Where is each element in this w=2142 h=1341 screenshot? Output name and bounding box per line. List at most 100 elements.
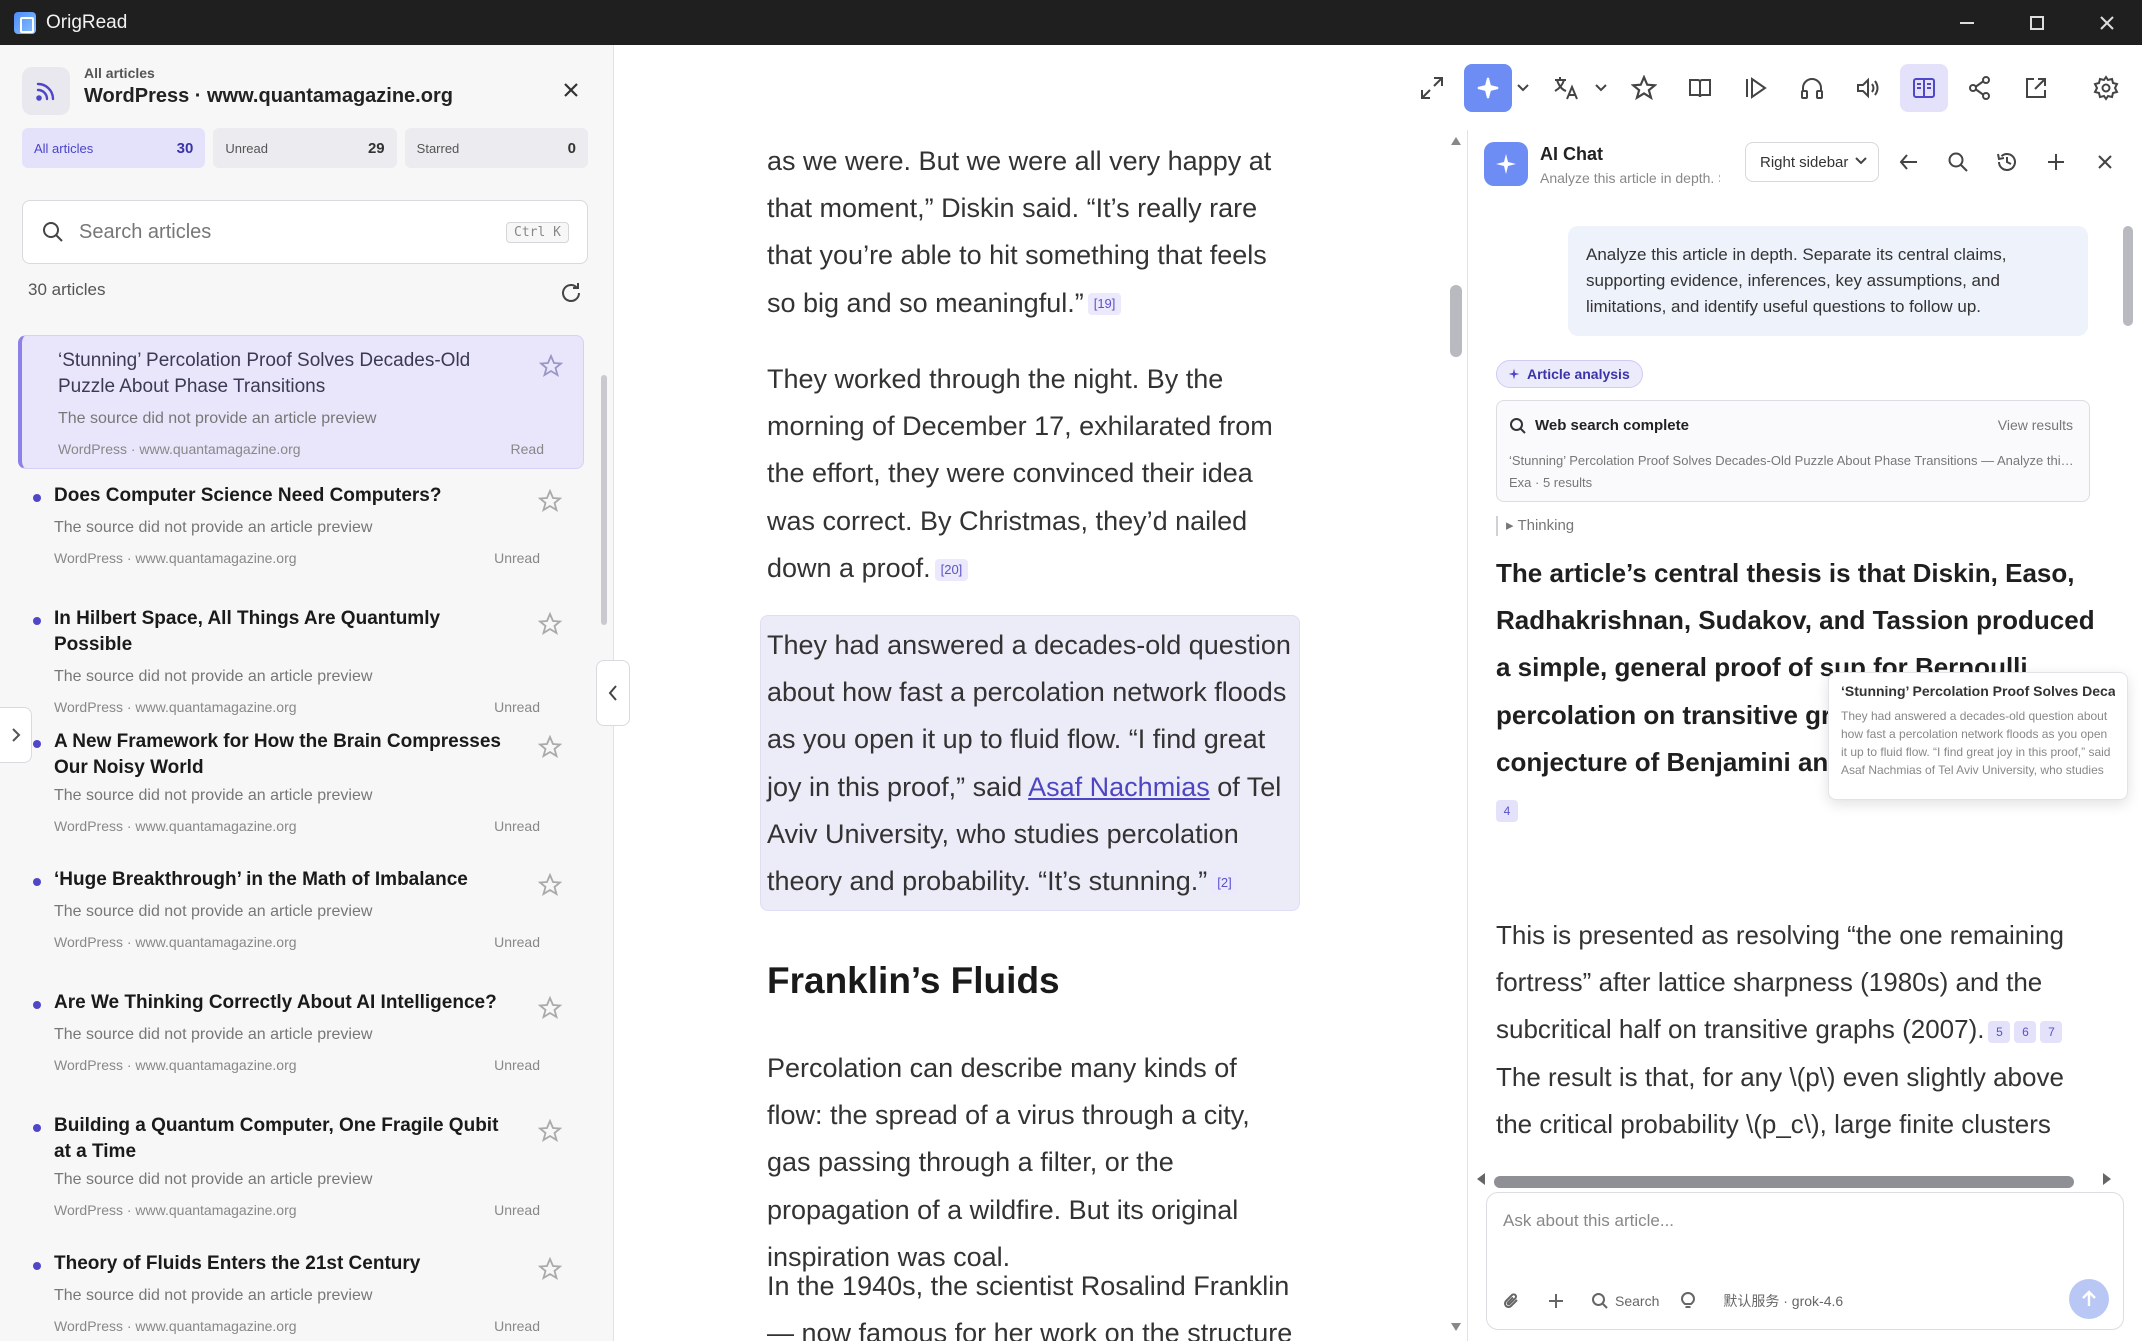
unread-dot bbox=[33, 878, 41, 886]
list-item[interactable]: Are We Thinking Correctly About AI Intel… bbox=[18, 978, 584, 1101]
list-item[interactable]: ‘Stunning’ Percolation Proof Solves Deca… bbox=[18, 335, 584, 469]
send-button[interactable] bbox=[2069, 1279, 2109, 1319]
citation-badge[interactable]: 6 bbox=[2014, 1020, 2037, 1043]
attach-button[interactable] bbox=[1503, 1292, 1527, 1310]
autoplay-button[interactable] bbox=[1732, 64, 1780, 112]
author-link[interactable]: Asaf Nachmias bbox=[1028, 772, 1210, 802]
star-icon[interactable] bbox=[538, 612, 562, 636]
filter-count: 29 bbox=[367, 139, 385, 157]
citation-badge[interactable]: 4 bbox=[1496, 800, 1518, 823]
web-search-card: Web search complete View results ‘Stunni… bbox=[1496, 400, 2090, 502]
scroll-down-icon[interactable] bbox=[1450, 1322, 1462, 1332]
view-results-link[interactable]: View results bbox=[1998, 417, 2073, 433]
paragraph-text: Percolation can describe many kinds of f… bbox=[767, 1053, 1250, 1272]
citation-badge[interactable]: 7 bbox=[2040, 1020, 2063, 1043]
settings-button[interactable] bbox=[2082, 64, 2130, 112]
citation-link[interactable]: [2] bbox=[1211, 871, 1238, 894]
scroll-left-icon[interactable] bbox=[1476, 1172, 1486, 1186]
filter-count: 0 bbox=[567, 139, 576, 157]
web-search-toggle[interactable]: Search bbox=[1591, 1292, 1659, 1310]
list-item[interactable]: ‘Huge Breakthrough’ in the Math of Imbal… bbox=[18, 855, 584, 978]
close-feed-button[interactable] bbox=[560, 79, 582, 101]
close-window-button[interactable] bbox=[2072, 0, 2142, 45]
sparkle-icon bbox=[1477, 77, 1499, 98]
article-paragraph: They had answered a decades-old question… bbox=[767, 622, 1297, 905]
thinking-toggle[interactable]: ▸ Thinking bbox=[1496, 516, 1574, 536]
chat-input-placeholder[interactable]: Ask about this article... bbox=[1503, 1211, 1674, 1231]
plus-icon bbox=[2048, 154, 2064, 170]
headphones-icon bbox=[1801, 77, 1823, 99]
reader-scrollbar[interactable] bbox=[1450, 285, 1462, 357]
arrow-left-icon bbox=[1899, 154, 1917, 170]
ideas-button[interactable] bbox=[1679, 1292, 1703, 1310]
maximize-button[interactable] bbox=[2002, 0, 2072, 45]
filter-count: 30 bbox=[176, 139, 194, 157]
filter-tabs: All articles 30 Unread 29 Starred 0 bbox=[22, 128, 588, 168]
article-meta: WordPress · www.quantamagazine.org Read bbox=[58, 441, 544, 457]
split-view-button[interactable] bbox=[1900, 63, 1948, 112]
reader-toolbar bbox=[615, 45, 2142, 130]
rss-icon bbox=[22, 67, 70, 115]
star-icon[interactable] bbox=[538, 1119, 562, 1143]
share-button[interactable] bbox=[1956, 64, 2004, 112]
add-button[interactable] bbox=[1547, 1292, 1571, 1310]
search-icon bbox=[1592, 1293, 1608, 1309]
panel-position-select[interactable]: Right sidebar bbox=[1745, 142, 1879, 182]
star-icon[interactable] bbox=[538, 1257, 562, 1281]
article-title: In Hilbert Space, All Things Are Quantum… bbox=[54, 608, 441, 655]
star-icon[interactable] bbox=[538, 873, 562, 897]
history-button[interactable] bbox=[1989, 144, 2025, 180]
ai-options-dropdown[interactable] bbox=[1512, 64, 1534, 112]
ai-chat-panel: AI Chat Analyze this article in depth. S… bbox=[1467, 130, 2142, 1341]
fullscreen-button[interactable] bbox=[1408, 64, 1456, 112]
translate-button[interactable] bbox=[1542, 64, 1590, 112]
list-item[interactable]: Does Computer Science Need Computers? Th… bbox=[18, 471, 584, 594]
article-status: Unread bbox=[494, 934, 540, 950]
expand-icon bbox=[1421, 76, 1443, 99]
list-item[interactable]: A New Framework for How the Brain Compre… bbox=[18, 717, 584, 855]
search-input[interactable] bbox=[79, 220, 479, 244]
scroll-up-icon[interactable] bbox=[1450, 136, 1462, 146]
web-search-query: ‘Stunning’ Percolation Proof Solves Deca… bbox=[1509, 453, 2079, 468]
scroll-right-icon[interactable] bbox=[2102, 1172, 2112, 1186]
filter-unread[interactable]: Unread 29 bbox=[213, 128, 397, 168]
read-aloud-button[interactable] bbox=[1844, 64, 1892, 112]
list-item[interactable]: In Hilbert Space, All Things Are Quantum… bbox=[18, 594, 584, 717]
filter-all-articles[interactable]: All articles 30 bbox=[22, 128, 206, 168]
star-icon[interactable] bbox=[538, 996, 562, 1020]
search-chat-button[interactable] bbox=[1940, 144, 1976, 180]
star-article-button[interactable] bbox=[1620, 64, 1668, 112]
article-analysis-tag: Article analysis bbox=[1496, 360, 1643, 388]
article-status: Unread bbox=[494, 550, 540, 566]
citation-link[interactable]: [20] bbox=[934, 558, 969, 581]
sidebar-scrollbar[interactable] bbox=[601, 375, 607, 625]
listen-button[interactable] bbox=[1788, 64, 1836, 112]
new-chat-button[interactable] bbox=[2038, 144, 2074, 180]
star-icon[interactable] bbox=[538, 489, 562, 513]
minimize-button[interactable] bbox=[1932, 0, 2002, 45]
chat-scrollbar[interactable] bbox=[2123, 226, 2133, 326]
web-search-source: Exa · 5 results bbox=[1509, 475, 1593, 490]
filter-starred[interactable]: Starred 0 bbox=[404, 128, 588, 168]
star-icon[interactable] bbox=[538, 735, 562, 759]
citation-link[interactable]: [19] bbox=[1087, 293, 1122, 316]
app-name: OrigRead bbox=[46, 11, 128, 33]
chat-horizontal-scrollbar[interactable] bbox=[1494, 1176, 2074, 1188]
list-item[interactable]: Theory of Fluids Enters the 21st Century… bbox=[18, 1239, 584, 1341]
citation-badge[interactable]: 5 bbox=[1988, 1020, 2011, 1043]
chat-composer[interactable]: Ask about this article... Search 默认服务 · … bbox=[1486, 1192, 2124, 1330]
arrow-up-icon bbox=[2082, 1290, 2096, 1306]
model-selector[interactable]: 默认服务 · grok-4.6 bbox=[1723, 1291, 1843, 1311]
article-preview: The source did not provide an article pr… bbox=[54, 668, 373, 685]
expand-left-button[interactable] bbox=[0, 707, 32, 763]
refresh-icon[interactable] bbox=[558, 280, 584, 306]
open-external-button[interactable] bbox=[2012, 64, 2060, 112]
close-chat-button[interactable] bbox=[2087, 144, 2123, 180]
reader-mode-button[interactable] bbox=[1676, 64, 1724, 112]
article-source: WordPress · www.quantamagazine.org bbox=[54, 934, 297, 950]
ai-chat-button[interactable] bbox=[1464, 63, 1512, 112]
star-icon[interactable] bbox=[539, 354, 563, 378]
list-item[interactable]: Building a Quantum Computer, One Fragile… bbox=[18, 1101, 584, 1239]
back-button[interactable] bbox=[1891, 144, 1927, 180]
translate-options-dropdown[interactable] bbox=[1590, 64, 1612, 112]
